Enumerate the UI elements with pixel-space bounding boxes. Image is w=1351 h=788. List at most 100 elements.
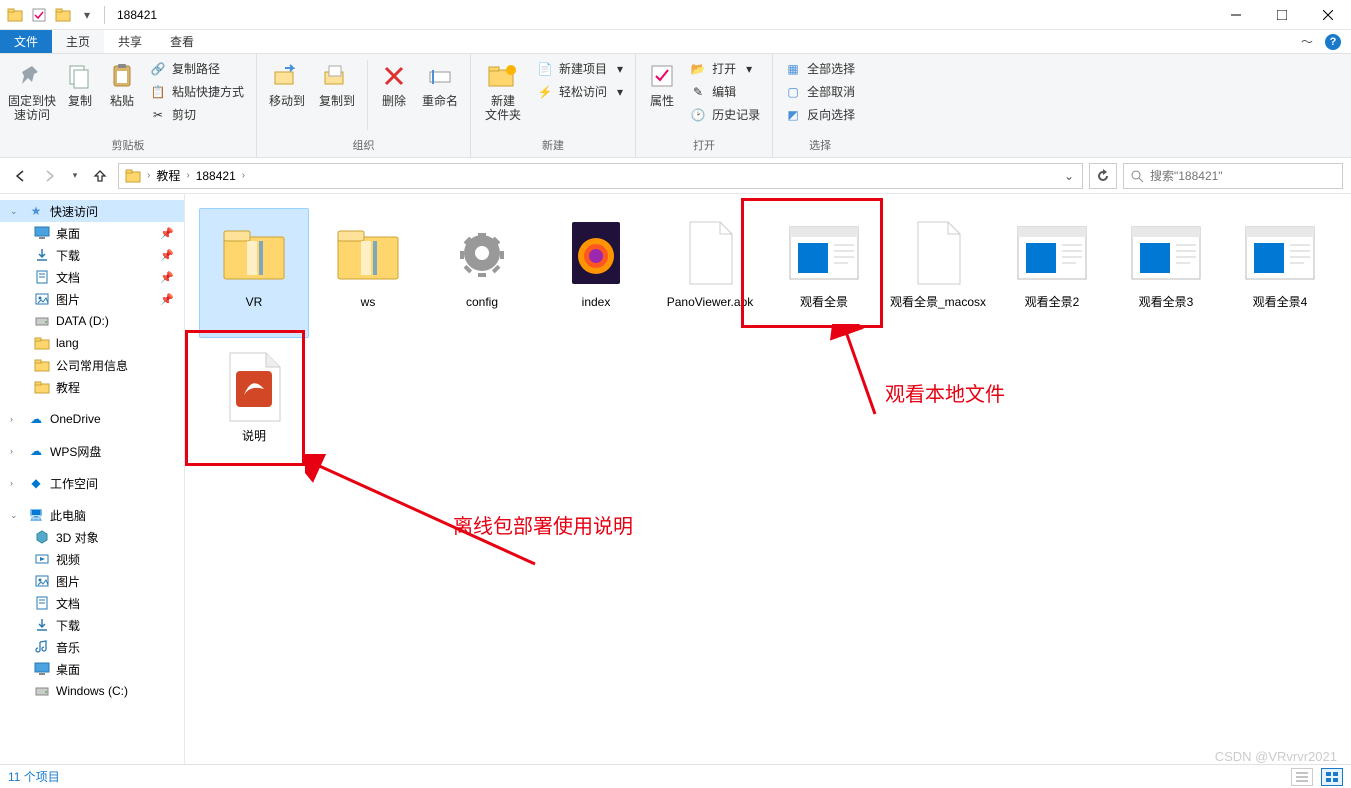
file-thumb (1237, 215, 1323, 291)
easy-access-button[interactable]: ⚡轻松访问▾ (533, 81, 627, 102)
file-area[interactable]: VRws config indexPanoViewer.apk观看全景观看全景_ma… (185, 194, 1351, 764)
sidebar-item[interactable]: 3D 对象 (0, 526, 184, 548)
file-item[interactable]: ws (313, 208, 423, 338)
file-item[interactable]: 观看全景 (769, 208, 879, 338)
sidebar-onedrive[interactable]: ›☁OneDrive (0, 408, 184, 430)
tab-file[interactable]: 文件 (0, 30, 52, 53)
view-details-button[interactable] (1291, 768, 1313, 786)
sidebar-item[interactable]: Windows (C:) (0, 680, 184, 702)
sidebar-item[interactable]: 图片 (0, 570, 184, 592)
sidebar-this-pc[interactable]: ⌄🖥此电脑 (0, 504, 184, 526)
file-item[interactable]: PanoViewer.apk (655, 208, 765, 338)
sidebar-workspace[interactable]: ›◆工作空间 (0, 472, 184, 494)
ribbon-collapse-icon[interactable]: 〜 (1301, 33, 1313, 50)
addr-folder-icon[interactable] (121, 168, 145, 184)
file-name: 观看全景_macosx (890, 295, 986, 309)
nav-back-button[interactable] (8, 164, 32, 188)
select-all-button[interactable]: ▦全部选择 (781, 58, 859, 79)
cut-button[interactable]: ✂剪切 (146, 104, 248, 125)
refresh-button[interactable] (1089, 163, 1117, 189)
file-name: 观看全景2 (1025, 295, 1080, 309)
history-button[interactable]: 🕑历史记录 (686, 104, 764, 125)
file-item[interactable]: 观看全景2 (997, 208, 1107, 338)
pin-quickaccess-button[interactable]: 固定到快 速访问 (6, 56, 58, 127)
search-box[interactable] (1123, 163, 1343, 189)
edit-button[interactable]: ✎编辑 (686, 81, 764, 102)
chevron-right-icon[interactable]: › (10, 446, 22, 456)
nav-up-button[interactable] (88, 164, 112, 188)
sidebar[interactable]: ⌄ ★ 快速访问 桌面📌下载📌文档📌图片📌DATA (D:)lang公司常用信息… (0, 194, 185, 764)
breadcrumb-item-0[interactable]: 教程 (152, 167, 184, 184)
sidebar-item[interactable]: lang (0, 332, 184, 354)
file-item[interactable]: config (427, 208, 537, 338)
chevron-right-icon[interactable]: › (10, 478, 22, 488)
folder-qat-icon[interactable] (52, 4, 74, 26)
copy-path-button[interactable]: 🔗复制路径 (146, 58, 248, 79)
open-button[interactable]: 📂打开▾ (686, 58, 764, 79)
sidebar-item[interactable]: 桌面📌 (0, 222, 184, 244)
move-to-button[interactable]: 移动到 (263, 56, 311, 112)
address-dropdown-icon[interactable]: ⌄ (1058, 169, 1080, 183)
sidebar-item[interactable]: 图片📌 (0, 288, 184, 310)
ribbon-group-organize: 移动到 复制到 删除 重命名 组织 (257, 54, 471, 157)
sidebar-item[interactable]: 教程 (0, 376, 184, 398)
chevron-right-icon[interactable]: › (10, 414, 22, 424)
copy-button[interactable]: 复制 (60, 56, 100, 112)
delete-button[interactable]: 删除 (374, 56, 414, 112)
address-bar[interactable]: › 教程 › 188421 › ⌄ (118, 163, 1083, 189)
sidebar-item[interactable]: 文档📌 (0, 266, 184, 288)
file-item[interactable]: VR (199, 208, 309, 338)
sidebar-item[interactable]: 音乐 (0, 636, 184, 658)
chevron-down-icon[interactable]: ⌄ (10, 206, 22, 217)
sidebar-item[interactable]: 桌面 (0, 658, 184, 680)
sidebar-quick-access[interactable]: ⌄ ★ 快速访问 (0, 200, 184, 222)
paste-button[interactable]: 粘贴 (102, 56, 142, 112)
select-none-button[interactable]: ▢全部取消 (781, 81, 859, 102)
chevron-right-icon[interactable]: › (184, 170, 191, 181)
file-name: config (466, 295, 498, 309)
qat-dropdown-icon[interactable]: ▾ (76, 4, 98, 26)
sidebar-item[interactable]: 下载📌 (0, 244, 184, 266)
tab-view[interactable]: 查看 (156, 30, 208, 53)
tab-home[interactable]: 主页 (52, 30, 104, 53)
file-item[interactable]: 观看全景_macosx (883, 208, 993, 338)
tab-share[interactable]: 共享 (104, 30, 156, 53)
new-folder-button[interactable]: 新建 文件夹 (477, 56, 529, 127)
window-title: 188421 (117, 8, 157, 22)
sidebar-item[interactable]: 视频 (0, 548, 184, 570)
properties-button[interactable]: 属性 (642, 56, 682, 112)
sidebar-item[interactable]: 下载 (0, 614, 184, 636)
copy-to-button[interactable]: 复制到 (313, 56, 361, 112)
minimize-button[interactable] (1213, 0, 1259, 30)
breadcrumb-item-1[interactable]: 188421 (192, 169, 240, 183)
view-icons-button[interactable] (1321, 768, 1343, 786)
file-item[interactable]: 说明 (199, 342, 309, 472)
invert-selection-button[interactable]: ◩反向选择 (781, 104, 859, 125)
file-item[interactable]: index (541, 208, 651, 338)
chevron-right-icon[interactable]: › (240, 170, 247, 181)
pin-icon: 📌 (160, 249, 178, 262)
group-label-open: 打开 (642, 137, 766, 155)
sidebar-item[interactable]: DATA (D:) (0, 310, 184, 332)
sidebar-wps[interactable]: ›☁WPS网盘 (0, 440, 184, 462)
shortcut-icon: 📋 (150, 84, 166, 100)
newfolder-icon (487, 60, 519, 92)
sidebar-item[interactable]: 文档 (0, 592, 184, 614)
rename-button[interactable]: 重命名 (416, 56, 464, 112)
help-icon[interactable]: ? (1325, 34, 1341, 50)
search-input[interactable] (1150, 169, 1336, 183)
nav-recent-button[interactable]: ▾ (68, 164, 82, 188)
file-item[interactable]: 观看全景3 (1111, 208, 1221, 338)
paste-shortcut-button[interactable]: 📋粘贴快捷方式 (146, 81, 248, 102)
properties-qat-icon[interactable] (28, 4, 50, 26)
sidebar-item[interactable]: 公司常用信息 (0, 354, 184, 376)
annotation-text-2: 离线包部署使用说明 (453, 510, 633, 539)
nav-forward-button[interactable] (38, 164, 62, 188)
cloud-icon: ☁ (28, 443, 44, 459)
chevron-down-icon[interactable]: ⌄ (10, 510, 22, 521)
new-item-button[interactable]: 📄新建项目▾ (533, 58, 627, 79)
close-button[interactable] (1305, 0, 1351, 30)
chevron-right-icon[interactable]: › (145, 170, 152, 181)
maximize-button[interactable] (1259, 0, 1305, 30)
file-item[interactable]: 观看全景4 (1225, 208, 1335, 338)
